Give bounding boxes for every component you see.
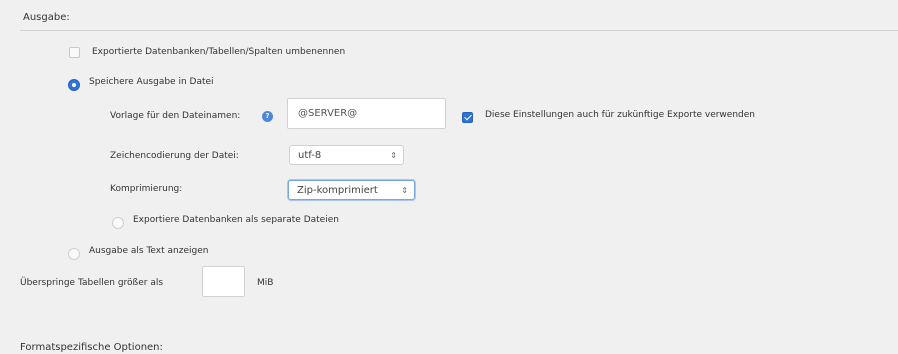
remember-settings-checkbox[interactable]	[462, 112, 473, 123]
compression-label: Komprimierung:	[110, 184, 183, 194]
separate-files-radio[interactable]	[112, 217, 124, 229]
format-options-title: Formatspezifische Optionen:	[20, 342, 163, 353]
filename-template-input[interactable]: @SERVER@	[287, 98, 446, 129]
help-icon[interactable]: ?	[262, 111, 273, 122]
rename-checkbox[interactable]	[69, 47, 80, 58]
select-arrows-icon: ⇕	[401, 185, 408, 195]
skip-tables-unit: MiB	[257, 278, 274, 288]
compression-select[interactable]: Zip-komprimiert ⇕	[288, 180, 415, 200]
charset-value: utf-8	[298, 149, 322, 161]
compression-value: Zip-komprimiert	[297, 184, 378, 196]
show-as-text-label: Ausgabe als Text anzeigen	[89, 246, 209, 256]
section-divider	[20, 30, 898, 31]
charset-select[interactable]: utf-8 ⇕	[289, 145, 404, 165]
skip-tables-input[interactable]	[202, 266, 245, 297]
save-to-file-radio[interactable]	[68, 79, 80, 91]
skip-tables-label: Überspringe Tabellen größer als	[20, 278, 164, 288]
charset-label: Zeichencodierung der Datei:	[110, 151, 239, 161]
remember-settings-label: Diese Einstellungen auch für zukünftige …	[485, 110, 755, 120]
separate-files-label: Exportiere Datenbanken als separate Date…	[133, 215, 339, 225]
save-to-file-label: Speichere Ausgabe in Datei	[89, 77, 214, 87]
rename-label: Exportierte Datenbanken/Tabellen/Spalten…	[92, 47, 346, 57]
output-section-title: Ausgabe:	[23, 12, 70, 23]
show-as-text-radio[interactable]	[68, 248, 80, 260]
filename-template-label: Vorlage für den Dateinamen:	[110, 111, 241, 121]
select-arrows-icon: ⇕	[390, 150, 397, 160]
